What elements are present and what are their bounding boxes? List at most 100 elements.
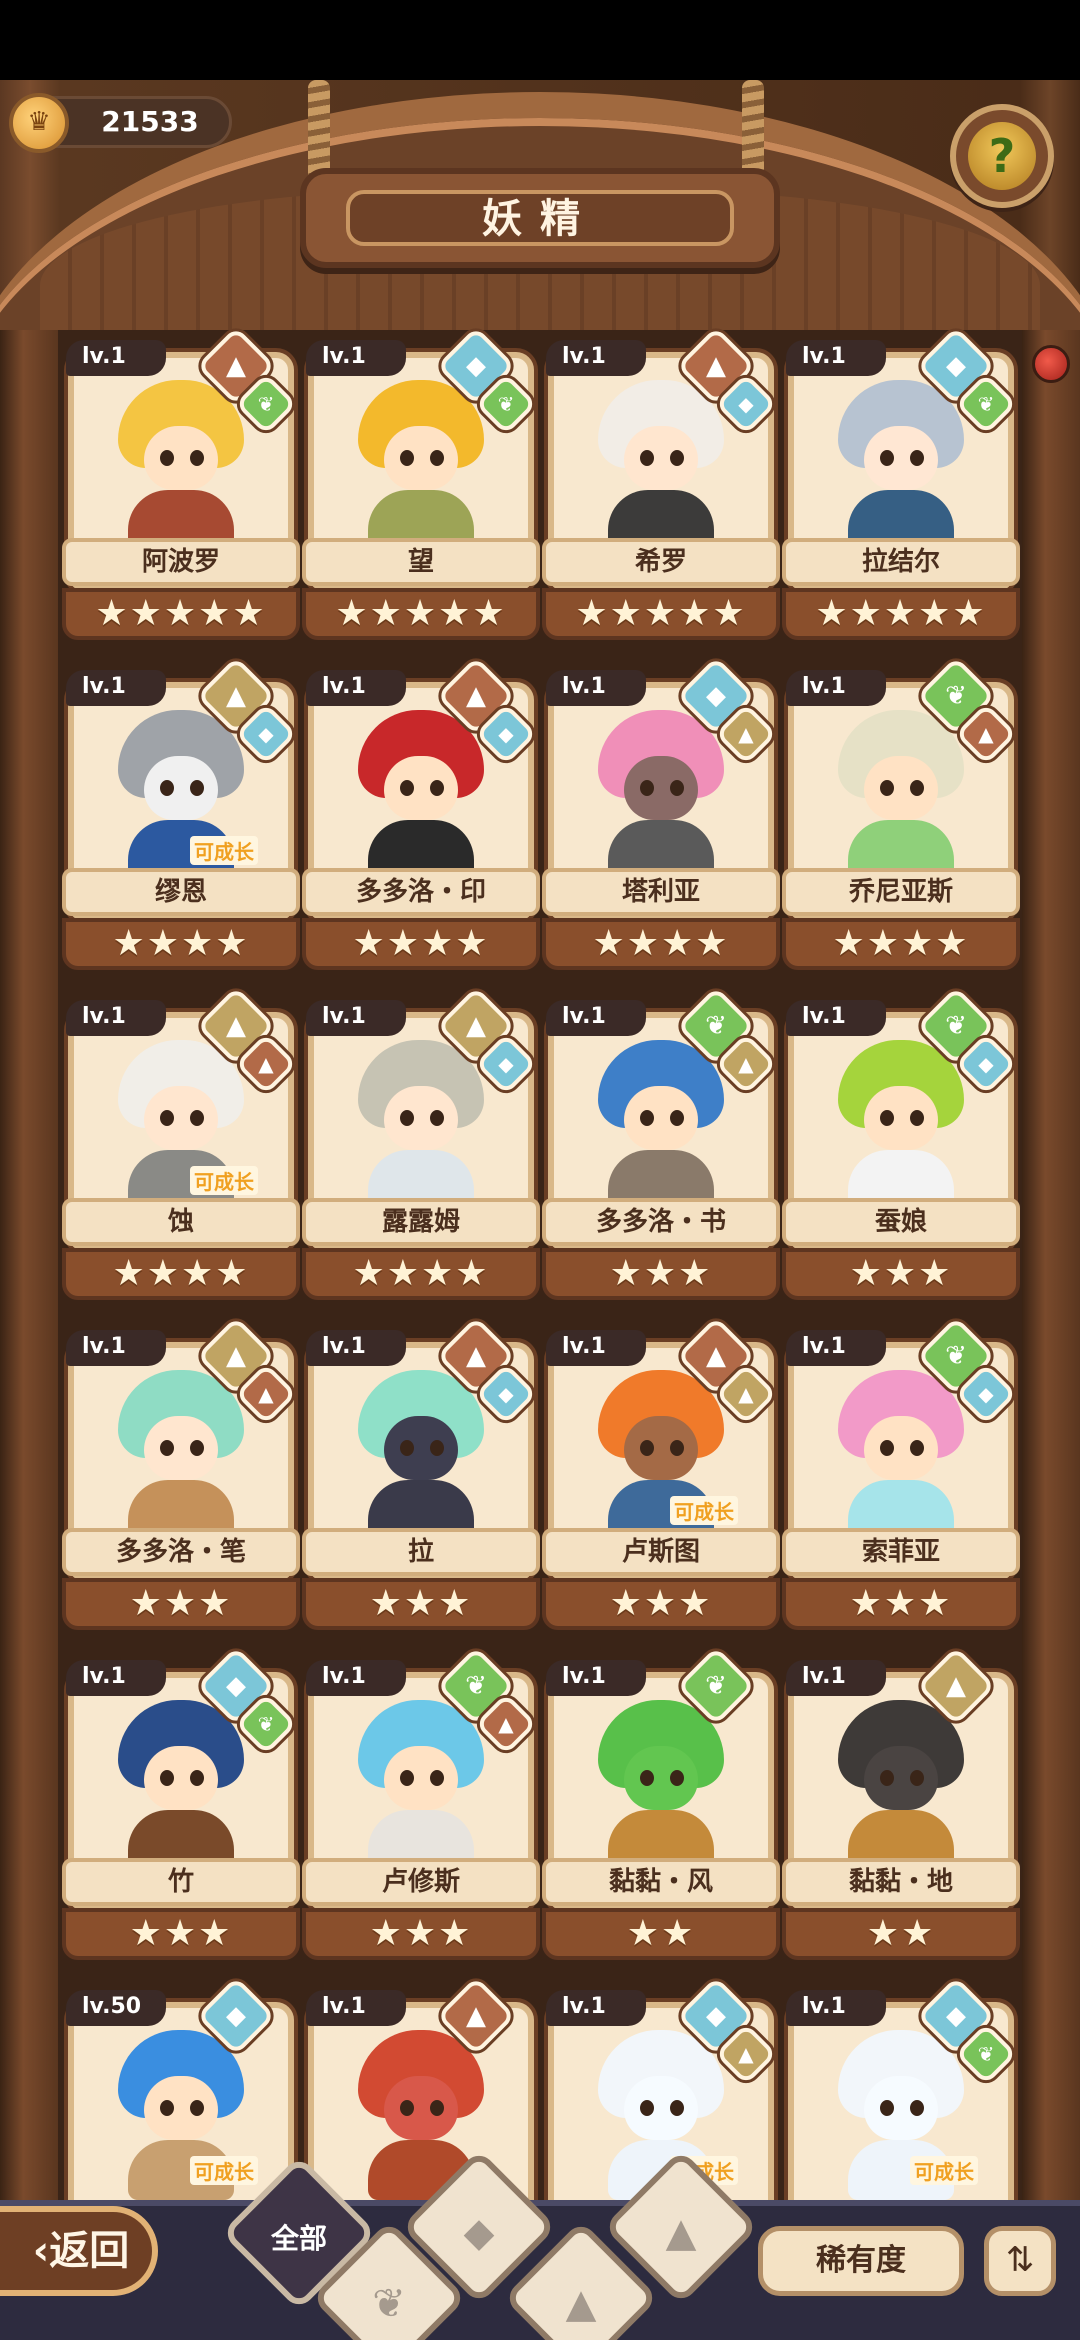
can-grow-tag: 可成长 (910, 2156, 978, 2185)
fairy-name: 索菲亚 (861, 1537, 940, 1567)
fairy-name: 竹 (167, 1867, 194, 1897)
portrait-face (864, 1086, 938, 1150)
name-banner: 黏黏・地 (782, 1858, 1020, 1906)
name-banner: 阿波罗 (62, 538, 300, 586)
fairy-card[interactable]: lv.1 ▲ ◆ 多多洛・印 ★★★★ (302, 656, 540, 980)
fairy-name: 蚀 (167, 1207, 194, 1237)
level-badge: lv.1 (306, 1330, 406, 1366)
star-rating-bar: ★★★★ (302, 918, 540, 970)
star-rating: ★★★★★ (575, 593, 747, 634)
level-badge: lv.1 (786, 1990, 886, 2026)
title-sign: 妖精 (300, 168, 780, 268)
fairy-card[interactable]: lv.1 ▲ ❦ 阿波罗 ★★★★★ (62, 326, 300, 650)
fairy-card[interactable]: lv.1 ▲ 黏黏・地 ★★ (782, 1646, 1020, 1970)
coin-icon: ♛ (9, 93, 69, 153)
can-grow-tag: 可成长 (190, 2156, 258, 2185)
level-badge: lv.1 (546, 340, 646, 376)
star-rating: ★★★ (369, 1583, 473, 1624)
fairy-card[interactable]: lv.1 ◆ ❦ 拉结尔 ★★★★★ (782, 326, 1020, 650)
fairy-card[interactable]: lv.1 ▲ ◆ 希罗 ★★★★★ (542, 326, 780, 650)
fairy-name: 黏黏・风 (608, 1867, 713, 1897)
portrait-face (864, 2076, 938, 2140)
portrait-eye (430, 780, 444, 796)
star-rating: ★★★★★ (335, 593, 507, 634)
level-badge: lv.1 (306, 340, 406, 376)
level-badge: lv.1 (786, 1660, 886, 1696)
fairy-card[interactable]: lv.1 ◆ ❦ 望 ★★★★★ (302, 326, 540, 650)
portrait-eye (430, 2100, 444, 2116)
fairy-card[interactable]: lv.1 ❦ ◆ 蚕娘 ★★★ (782, 986, 1020, 1310)
portrait-face (624, 1746, 698, 1810)
star-rating-bar: ★★★ (62, 1908, 300, 1960)
star-rating-bar: ★★★★ (302, 1248, 540, 1300)
fairy-name: 蚕娘 (874, 1207, 927, 1237)
level-badge: lv.1 (546, 1660, 646, 1696)
portrait-face (624, 426, 698, 490)
rarity-label: 稀有度 (816, 2243, 906, 2278)
fairy-card[interactable]: lv.1 ▲ ▲ 可成长 卢斯图 ★★★ (542, 1316, 780, 1640)
name-banner: 塔利亚 (542, 868, 780, 916)
fairy-card[interactable]: lv.1 ❦ ▲ 乔尼亚斯 ★★★★ (782, 656, 1020, 980)
fairy-card[interactable]: lv.1 ▲ ▲ 多多洛・笔 ★★★ (62, 1316, 300, 1640)
name-banner: 卢斯图 (542, 1528, 780, 1576)
star-rating-bar: ★★★ (62, 1578, 300, 1630)
portrait-eye (670, 2100, 684, 2116)
name-banner: 蚀 (62, 1198, 300, 1246)
portrait-face (144, 756, 218, 820)
rarity-sort-button[interactable]: 稀有度 (758, 2226, 964, 2296)
fairy-card[interactable]: lv.1 ▲ ◆ 可成长 缪恩 ★★★★ (62, 656, 300, 980)
portrait-eye (190, 1440, 204, 1456)
portrait-face (624, 2076, 698, 2140)
star-rating-bar: ★★★ (302, 1908, 540, 1960)
fairy-grid: lv.1 ▲ ❦ 阿波罗 ★★★★★ lv.1 ◆ ❦ 望 ★★★★★ lv.1 ▲ ◆ 希罗 ★★★★★ l… (58, 326, 1022, 2242)
fairy-card[interactable]: lv.1 ❦ ◆ 索菲亚 ★★★ (782, 1316, 1020, 1640)
name-banner: 多多洛・笔 (62, 1528, 300, 1576)
portrait-eye (880, 1440, 894, 1456)
filter-all-label: 全部 (270, 2222, 327, 2255)
star-rating: ★★★★ (352, 1253, 490, 1294)
chevron-left-icon: ‹ (32, 2228, 50, 2274)
portrait-eye (640, 2100, 654, 2116)
portrait-eye (430, 1770, 444, 1786)
fairy-card[interactable]: lv.1 ❦ ▲ 卢修斯 ★★★ (302, 1646, 540, 1970)
level-badge: lv.1 (66, 1000, 166, 1036)
sort-icon: ⇅ (1005, 2240, 1035, 2280)
fairy-name: 黏黏・地 (848, 1867, 953, 1897)
portrait-eye (430, 1110, 444, 1126)
star-rating: ★★★ (609, 1583, 713, 1624)
portrait-eye (430, 450, 444, 466)
fairy-card[interactable]: lv.1 ◆ ▲ 塔利亚 ★★★★ (542, 656, 780, 980)
fairy-card[interactable]: lv.1 ▲ ◆ 拉 ★★★ (302, 1316, 540, 1640)
portrait-face (864, 756, 938, 820)
fairy-card[interactable]: lv.1 ▲ ◆ 露露姆 ★★★★ (302, 986, 540, 1310)
right-rail (1022, 330, 1080, 2340)
fairy-card[interactable]: lv.1 ◆ ❦ 竹 ★★★ (62, 1646, 300, 1970)
star-rating-bar: ★★★ (542, 1248, 780, 1300)
notification-dot (1032, 345, 1070, 383)
portrait-eye (400, 1440, 414, 1456)
name-banner: 拉 (302, 1528, 540, 1576)
fairy-card[interactable]: lv.1 ▲ ▲ 可成长蚀 ★★★★ (62, 986, 300, 1310)
fairy-card[interactable]: lv.1 ❦ 黏黏・风 ★★ (542, 1646, 780, 1970)
portrait-face (384, 2076, 458, 2140)
portrait-face (864, 1416, 938, 1480)
portrait-eye (880, 2100, 894, 2116)
fairy-name: 阿波罗 (141, 547, 220, 577)
portrait-eye (160, 1110, 174, 1126)
portrait-face (624, 1086, 698, 1150)
star-rating: ★★★ (849, 1253, 953, 1294)
star-rating-bar: ★★★★ (62, 918, 300, 970)
back-button[interactable]: ‹返回 (0, 2206, 158, 2296)
fairy-name: 希罗 (634, 547, 687, 577)
status-bar (0, 0, 1080, 80)
fairy-card[interactable]: lv.1 ❦ ▲ 多多洛・书 ★★★ (542, 986, 780, 1310)
name-banner: 黏黏・风 (542, 1858, 780, 1906)
name-banner: 拉结尔 (782, 538, 1020, 586)
sort-order-button[interactable]: ⇅ (984, 2226, 1056, 2296)
portrait-eye (400, 2100, 414, 2116)
level-badge: lv.1 (786, 340, 886, 376)
name-banner: 索菲亚 (782, 1528, 1020, 1576)
portrait-eye (640, 1770, 654, 1786)
help-button[interactable]: ? (950, 104, 1054, 208)
portrait-face (864, 426, 938, 490)
